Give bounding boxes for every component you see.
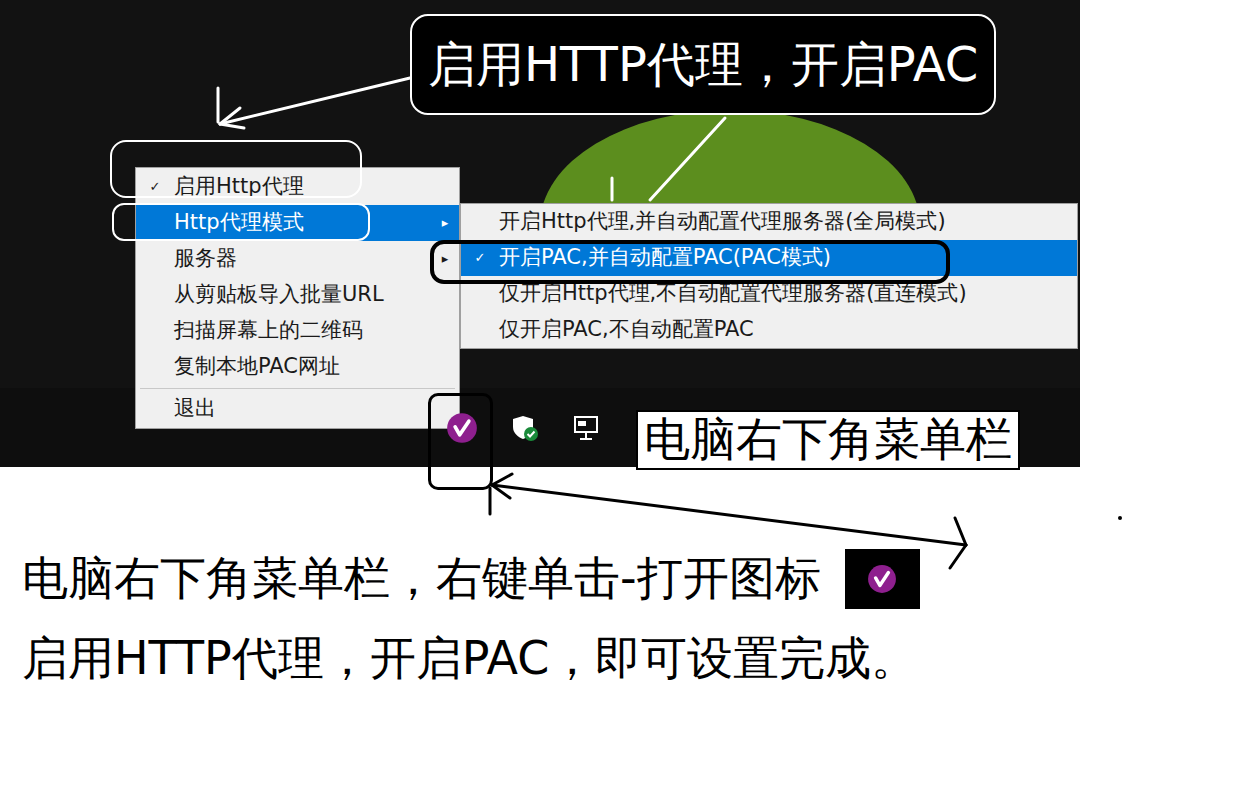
submenu-item[interactable]: 仅开启PAC,不自动配置PAC bbox=[461, 312, 1077, 348]
page: 电脑右下角菜单栏，右键单击-打开图标启用HTTP代理，开启PAC，即可设置完成。… bbox=[0, 0, 1233, 809]
menu-item[interactable]: Http代理模式▸ bbox=[136, 205, 459, 241]
instruction-line: 启用HTTP代理，开启PAC，即可设置完成。 bbox=[22, 631, 1233, 686]
callout: 启用HTTP代理，开启PAC bbox=[410, 14, 996, 115]
icon-ring bbox=[428, 393, 493, 490]
icon-box bbox=[845, 549, 920, 609]
v2ray-icon[interactable] bbox=[867, 564, 897, 594]
submenu-item[interactable]: ✓开启PAC,并自动配置PAC(PAC模式) bbox=[461, 240, 1077, 276]
tray bbox=[446, 412, 604, 444]
context-menu: ✓启用Http代理Http代理模式▸服务器▸从剪贴板导入批量URL扫描屏幕上的二… bbox=[135, 167, 460, 429]
menu-item[interactable]: ✓启用Http代理 bbox=[136, 169, 459, 205]
menu-item[interactable]: 从剪贴板导入批量URL bbox=[136, 277, 459, 313]
menu-item[interactable]: 服务器▸ bbox=[136, 241, 459, 277]
taskbar-label: 电脑右下角菜单栏 bbox=[636, 410, 1020, 470]
network-icon[interactable] bbox=[572, 413, 604, 443]
v2ray-icon[interactable] bbox=[446, 412, 478, 444]
menu-separator bbox=[136, 385, 459, 391]
menu-item[interactable]: 扫描屏幕上的二维码 bbox=[136, 313, 459, 349]
menu-item[interactable]: 退出 bbox=[136, 391, 459, 427]
dot bbox=[1118, 516, 1122, 520]
instruction-line: 电脑右下角菜单栏，右键单击-打开图标 bbox=[22, 551, 821, 606]
menu-item[interactable]: 复制本地PAC网址 bbox=[136, 349, 459, 385]
submenu-item[interactable]: 仅开启Http代理,不自动配置代理服务器(直连模式) bbox=[461, 276, 1077, 312]
shield-icon[interactable] bbox=[510, 413, 540, 443]
submenu-item[interactable]: 开启Http代理,并自动配置代理服务器(全局模式) bbox=[461, 204, 1077, 240]
instructions: 电脑右下角菜单栏，右键单击-打开图标启用HTTP代理，开启PAC，即可设置完成。 bbox=[0, 467, 1233, 686]
submenu: 开启Http代理,并自动配置代理服务器(全局模式)✓开启PAC,并自动配置PAC… bbox=[460, 203, 1078, 349]
highlight-ring bbox=[430, 240, 950, 284]
highlight-ring bbox=[110, 140, 362, 198]
highlight-ring bbox=[112, 203, 370, 241]
